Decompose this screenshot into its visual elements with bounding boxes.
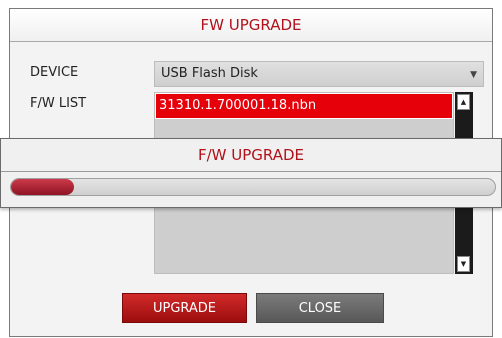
dialog-title: FW UPGRADE — [10, 9, 492, 42]
device-label: DEVICE — [30, 65, 79, 80]
scroll-down-icon[interactable]: ▼ — [457, 256, 470, 272]
scroll-up-icon[interactable]: ▲ — [457, 94, 470, 110]
progress-title: F/W UPGRADE — [1, 139, 501, 172]
progress-bar — [10, 178, 496, 196]
page: FW UPGRADE DEVICE USB Flash Disk ▼ F/W L… — [0, 0, 502, 338]
dropdown-arrow-icon[interactable]: ▼ — [470, 63, 477, 87]
fw-list-item-selected[interactable]: 31310.1.700001.18.nbn — [155, 93, 453, 119]
progress-bar-fill — [11, 179, 74, 195]
fw-list-label: F/W LIST — [30, 96, 87, 111]
progress-dialog: F/W UPGRADE — [0, 138, 502, 208]
close-button[interactable]: CLOSE — [256, 293, 384, 323]
device-select[interactable]: USB Flash Disk ▼ — [154, 61, 484, 87]
upgrade-button[interactable]: UPGRADE — [122, 293, 247, 323]
device-select-value: USB Flash Disk — [161, 66, 258, 81]
